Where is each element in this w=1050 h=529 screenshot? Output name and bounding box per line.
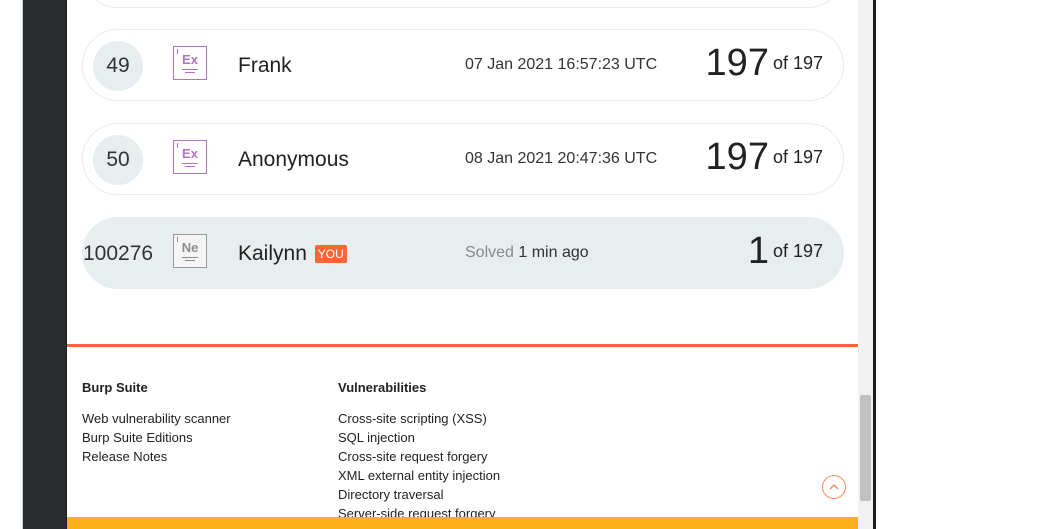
user-name-text: Kailynn [238,242,307,265]
leaderboard-row: 49 Ex Frank 07 Jan 2021 16:57:23 UTC 197… [82,29,844,101]
footer-link[interactable]: Cross-site request forgery [338,447,500,466]
scrollbar-thumb[interactable] [860,395,871,501]
footer-bar [67,517,858,529]
user-name: Kailynn YOU [238,242,347,266]
footer-link[interactable]: SQL injection [338,428,500,447]
score-total: of 197 [772,53,823,73]
window-border [873,0,876,529]
level-badge-icon: Ex [173,140,207,174]
footer-heading: Burp Suite [82,380,148,395]
rank-number: 50 [93,135,143,185]
user-name: Anonymous [238,148,349,171]
footer-link[interactable]: XML external entity injection [338,466,500,485]
score-total: of 197 [772,147,823,167]
level-badge-icon: Ne [173,234,207,268]
score-value: 197 [705,136,769,178]
user-name: Frank [238,54,292,77]
score-total: of 197 [772,241,823,261]
completion-date: 07 Jan 2021 16:57:23 UTC [465,56,658,73]
side-panel [23,0,66,529]
left-gutter [0,0,22,529]
leaderboard-row-partial [82,0,844,8]
level-badge-icon: Ex [173,46,207,80]
footer-link[interactable]: Burp Suite Editions [82,428,231,447]
footer-divider [67,344,858,347]
completion-date: 08 Jan 2021 20:47:36 UTC [465,150,658,167]
rank-number: 49 [93,41,143,91]
score: 1 of 197 [748,230,823,273]
rank-number: 100276 [83,242,154,265]
footer-heading: Vulnerabilities [338,380,427,395]
leaderboard-row-current-user: 100276 Ne Kailynn YOU Solved 1 min ago 1… [82,217,844,289]
leaderboard-row: 50 Ex Anonymous 08 Jan 2021 20:47:36 UTC… [82,123,844,195]
score-value: 1 [747,230,769,272]
score: 197 of 197 [706,136,823,179]
footer-column-vulnerabilities: Vulnerabilities Cross-site scripting (XS… [338,380,500,523]
score: 197 of 197 [706,42,823,85]
you-badge: YOU [314,245,347,263]
footer-link[interactable]: Cross-site scripting (XSS) [338,409,500,428]
score-value: 197 [705,42,769,84]
solved-label: Solved [465,244,514,261]
solved-status: Solved 1 min ago [465,244,589,262]
solved-time: 1 min ago [518,244,589,261]
chevron-up-icon [829,483,839,490]
footer-link[interactable]: Directory traversal [338,485,500,504]
footer-link[interactable]: Release Notes [82,447,231,466]
footer-link[interactable]: Web vulnerability scanner [82,409,231,428]
footer-column-burp-suite: Burp Suite Web vulnerability scanner Bur… [82,380,231,466]
scroll-to-top-button[interactable] [822,475,846,499]
